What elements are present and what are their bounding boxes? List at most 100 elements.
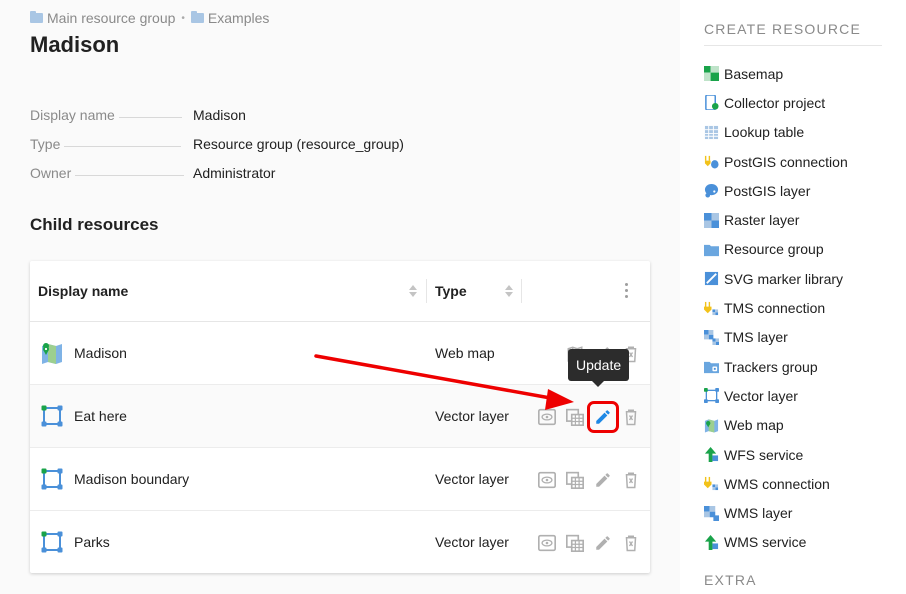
- postgis-connection-icon: [704, 155, 719, 169]
- sidebar-item-label: Basemap: [724, 65, 784, 82]
- breadcrumb-item-examples[interactable]: Examples: [208, 10, 269, 26]
- preview-icon[interactable]: [533, 468, 561, 492]
- sidebar-title: CREATE RESOURCE: [704, 21, 861, 37]
- column-header-type[interactable]: Type: [435, 283, 467, 299]
- section-title: Child resources: [30, 215, 159, 234]
- vector-layer-icon: [41, 468, 63, 490]
- web-map-icon: [42, 343, 62, 364]
- property-value: Resource group (resource_group): [193, 136, 404, 152]
- raster-layer-icon: [704, 212, 719, 228]
- trackers-group-icon: [704, 361, 719, 374]
- delete-icon[interactable]: [617, 531, 645, 555]
- column-divider: [426, 279, 427, 303]
- sidebar-item-wfs-service[interactable]: WFS service: [704, 440, 848, 469]
- property-key: Display name: [30, 107, 115, 123]
- property-key: Owner: [30, 165, 72, 181]
- edit-icon[interactable]: [587, 401, 619, 433]
- child-resources-table: Display name Type Madison Web map Eat he…: [30, 261, 650, 573]
- wms-layer-icon: [704, 505, 719, 521]
- table-row[interactable]: Madison boundary Vector layer: [30, 448, 650, 511]
- property-row: Display name Madison: [30, 94, 450, 123]
- feature-table-icon[interactable]: [561, 405, 589, 429]
- sidebar-item-label: SVG marker library: [724, 270, 844, 287]
- resource-name-link[interactable]: Eat here: [74, 408, 127, 424]
- edit-icon[interactable]: [589, 531, 617, 555]
- sidebar-item-wms-connection[interactable]: WMS connection: [704, 469, 848, 498]
- table-row[interactable]: Madison Web map: [30, 322, 650, 385]
- resource-name-link[interactable]: Parks: [74, 534, 110, 550]
- vector-layer-icon: [41, 531, 63, 553]
- sidebar-item-label: Trackers group: [724, 358, 818, 375]
- sidebar-item-wms-layer[interactable]: WMS layer: [704, 498, 848, 527]
- resource-name-link[interactable]: Madison boundary: [74, 471, 189, 487]
- edit-icon[interactable]: [589, 468, 617, 492]
- sidebar-item-web-map[interactable]: Web map: [704, 411, 848, 440]
- sidebar-item-label: PostGIS connection: [724, 153, 848, 170]
- sidebar-item-tms-layer[interactable]: TMS layer: [704, 323, 848, 352]
- resource-type: Web map: [435, 345, 495, 361]
- sidebar-item-postgis-connection[interactable]: PostGIS connection: [704, 147, 848, 176]
- property-value: Madison: [193, 107, 246, 123]
- delete-icon[interactable]: [617, 405, 645, 429]
- more-vertical-icon[interactable]: [625, 283, 629, 299]
- resource-name-link[interactable]: Madison: [74, 345, 127, 361]
- sidebar-item-label: Raster layer: [724, 212, 800, 229]
- sidebar: CREATE RESOURCE Basemap Collector projec…: [680, 0, 906, 594]
- feature-table-icon[interactable]: [561, 531, 589, 555]
- sidebar-item-label: Resource group: [724, 241, 824, 258]
- resource-group-icon: [704, 244, 719, 256]
- sort-icon[interactable]: [409, 283, 417, 299]
- svg-marker-library-icon: [704, 272, 719, 286]
- preview-icon[interactable]: [533, 531, 561, 555]
- property-row: Type Resource group (resource_group): [30, 123, 450, 152]
- properties-list: Display name Madison Type Resource group…: [30, 94, 450, 181]
- resource-type: Vector layer: [435, 408, 509, 424]
- table-row[interactable]: Eat here Vector layer: [30, 385, 650, 448]
- sidebar-item-wms-service[interactable]: WMS service: [704, 528, 848, 557]
- column-divider: [521, 279, 522, 303]
- wfs-service-icon: [704, 447, 719, 462]
- sidebar-item-lookup-table[interactable]: Lookup table: [704, 118, 848, 147]
- sidebar-item-label: WMS service: [724, 534, 807, 551]
- sidebar-item-vector-layer[interactable]: Vector layer: [704, 381, 848, 410]
- property-key: Type: [30, 136, 61, 152]
- create-resource-list: Basemap Collector project Lookup table P…: [704, 59, 848, 557]
- sidebar-item-label: Collector project: [724, 94, 826, 111]
- resource-type: Vector layer: [435, 471, 509, 487]
- sidebar-item-raster-layer[interactable]: Raster layer: [704, 205, 848, 234]
- resource-type: Vector layer: [435, 534, 509, 550]
- property-leader: [75, 175, 185, 176]
- main-content: Main resource group • Examples Madison D…: [0, 0, 680, 594]
- delete-icon[interactable]: [617, 468, 645, 492]
- postgis-layer-icon: [704, 184, 719, 198]
- property-value: Administrator: [193, 165, 276, 181]
- vector-layer-icon: [704, 388, 719, 404]
- sidebar-item-postgis-layer[interactable]: PostGIS layer: [704, 176, 848, 205]
- sidebar-item-label: Vector layer: [724, 387, 798, 404]
- sidebar-item-label: Lookup table: [724, 124, 805, 141]
- property-leader: [118, 117, 182, 118]
- wms-connection-icon: [704, 477, 719, 491]
- update-tooltip: Update: [568, 349, 630, 387]
- property-row: Owner Administrator: [30, 152, 450, 181]
- sidebar-item-basemap[interactable]: Basemap: [704, 59, 848, 88]
- sidebar-item-label: Web map: [724, 417, 784, 434]
- preview-icon[interactable]: [533, 405, 561, 429]
- tms-connection-icon: [704, 301, 719, 315]
- table-row[interactable]: Parks Vector layer: [30, 511, 650, 574]
- breadcrumb-item-main-resource-group[interactable]: Main resource group: [47, 10, 175, 26]
- feature-table-icon[interactable]: [561, 468, 589, 492]
- breadcrumb-separator: •: [181, 12, 185, 24]
- sidebar-item-resource-group[interactable]: Resource group: [704, 235, 848, 264]
- column-header-display-name[interactable]: Display name: [38, 283, 128, 299]
- sidebar-item-tms-connection[interactable]: TMS connection: [704, 293, 848, 322]
- folder-icon: [190, 11, 204, 23]
- sort-icon[interactable]: [505, 283, 513, 299]
- sidebar-item-trackers-group[interactable]: Trackers group: [704, 352, 848, 381]
- folder-icon: [30, 11, 43, 23]
- sidebar-item-svg-marker-library[interactable]: SVG marker library: [704, 264, 848, 293]
- sidebar-item-collector-project[interactable]: Collector project: [704, 88, 848, 117]
- collector-project-icon: [705, 95, 719, 111]
- basemap-icon: [704, 66, 719, 82]
- sidebar-extra-title: EXTRA: [704, 572, 757, 588]
